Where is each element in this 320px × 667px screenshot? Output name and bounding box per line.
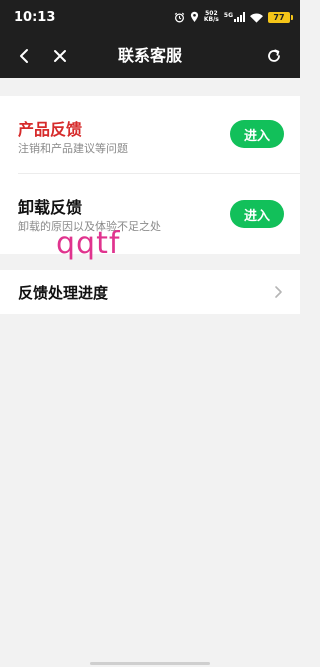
- location-icon: [190, 8, 199, 27]
- status-time: 10:13: [14, 10, 56, 25]
- battery-icon: 77: [268, 11, 293, 23]
- battery-level: 77: [273, 12, 285, 22]
- signal-group: 5G: [224, 12, 245, 22]
- uninstall-feedback-title: 卸载反馈: [18, 198, 83, 217]
- network-type: 5G: [223, 12, 233, 19]
- uninstall-feedback-item[interactable]: 卸载反馈 卸载的原因以及体验不足之处 进入: [0, 174, 300, 254]
- product-feedback-subtitle: 注销和产品建议等问题: [18, 142, 128, 155]
- status-icons: 502 KB/s 5G 77: [174, 8, 293, 27]
- product-feedback-item[interactable]: 产品反馈 注销和产品建议等问题 进入: [0, 96, 300, 174]
- feedback-progress-label: 反馈处理进度: [18, 284, 109, 302]
- watermark-text: qqtf: [56, 226, 121, 261]
- signal-icon: [234, 12, 245, 22]
- product-feedback-enter-button[interactable]: 进入: [230, 120, 284, 148]
- net-speed: 502 KB/s: [204, 11, 219, 23]
- feedback-card: 产品反馈 注销和产品建议等问题 进入 卸载反馈 卸载的原因以及体验不足之处 进入: [0, 96, 300, 254]
- wifi-icon: [250, 8, 263, 27]
- net-speed-unit: KB/s: [203, 16, 219, 23]
- refresh-icon: [268, 49, 280, 62]
- home-indicator[interactable]: [90, 662, 210, 665]
- feedback-progress-row[interactable]: 反馈处理进度: [0, 270, 300, 314]
- alarm-icon: [174, 8, 185, 27]
- refresh-button[interactable]: [262, 44, 286, 68]
- status-bar: 10:13 502 KB/s 5G 77: [0, 0, 300, 34]
- chevron-right-icon: [275, 286, 282, 298]
- uninstall-feedback-enter-button[interactable]: 进入: [230, 200, 284, 228]
- nav-bar: 联系客服: [0, 34, 300, 78]
- product-feedback-title: 产品反馈: [18, 120, 83, 139]
- page-title: 联系客服: [117, 46, 182, 65]
